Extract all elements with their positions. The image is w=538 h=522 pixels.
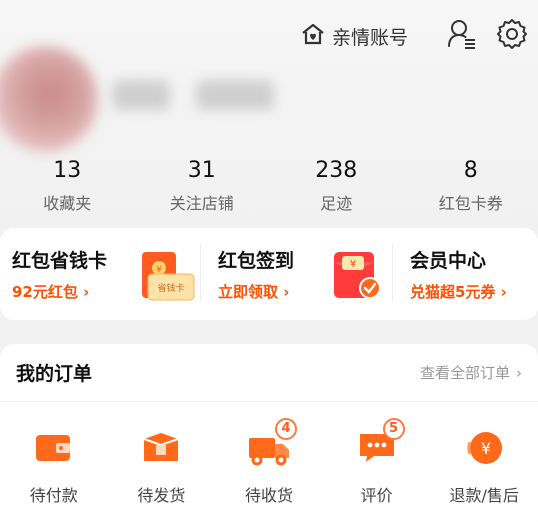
red-envelope-icon: ¥ <box>330 248 384 308</box>
order-review[interactable]: 5 评价 <box>323 418 431 506</box>
order-status-row: 待付款 待发货 4 待收货 5 评价 ¥ 退款/售后 <box>0 418 538 506</box>
promo-text: 红包签到 立即领取 › <box>218 246 294 302</box>
promo-member-center[interactable]: 会员中心 兑猫超5元券 › <box>390 228 526 320</box>
divider <box>200 244 201 302</box>
promo-card: 红包省钱卡 92元红包 › ¥ 省钱卡 红包签到 立即领取 › ¥ 会员中心 兑… <box>0 228 538 320</box>
promo-title: 红包签到 <box>218 250 295 272</box>
promo-title: 红包省钱卡 <box>12 250 108 272</box>
promo-text: 会员中心 兑猫超5元券 › <box>410 246 507 302</box>
envelope-symbol: ¥ <box>350 259 356 270</box>
stat-favorites[interactable]: 13 收藏夹 <box>0 158 135 214</box>
wallet-icon <box>32 428 76 468</box>
promo-text: 红包省钱卡 92元红包 › <box>12 246 107 302</box>
comment-icon: 5 <box>355 418 405 468</box>
stat-label: 收藏夹 <box>43 194 92 213</box>
username-blur-block <box>196 80 274 110</box>
stat-value: 31 <box>187 158 216 183</box>
stat-value: 8 <box>463 158 478 183</box>
orders-title: 我的订单 <box>16 363 93 385</box>
family-account-link[interactable]: 亲情账号 <box>300 22 408 50</box>
home-heart-icon <box>300 22 326 50</box>
order-label: 退款/售后 <box>449 486 519 505</box>
stats-row: 13 收藏夹 31 关注店铺 238 足迹 8 红包卡券 <box>0 158 538 214</box>
stat-coupons[interactable]: 8 红包卡券 <box>404 158 538 214</box>
stat-label: 足迹 <box>320 194 353 213</box>
order-refund[interactable]: ¥ 退款/售后 <box>430 428 538 506</box>
account-page: 亲情账号 13 收藏夹 31 关注店铺 238 足迹 8 红包卡券 红包省钱卡 … <box>0 0 538 522</box>
username-blur-block <box>112 80 170 110</box>
stat-label: 关注店铺 <box>169 194 234 213</box>
order-label: 待收货 <box>244 486 293 505</box>
view-all-orders-link[interactable]: 查看全部订单 › <box>420 362 522 383</box>
family-account-label: 亲情账号 <box>331 26 408 49</box>
promo-subtitle: 立即领取 › <box>218 283 290 301</box>
stat-footprints[interactable]: 238 足迹 <box>269 158 404 214</box>
promo-savings-card[interactable]: 红包省钱卡 92元红包 › ¥ 省钱卡 <box>12 228 204 320</box>
order-label: 待付款 <box>29 486 78 505</box>
user-list-icon <box>447 18 477 54</box>
top-actions: 亲情账号 <box>300 16 532 56</box>
notification-badge: 5 <box>382 418 405 440</box>
promo-subtitle: 兑猫超5元券 › <box>410 283 507 301</box>
order-label: 待发货 <box>137 486 186 505</box>
orders-card: 我的订单 查看全部订单 › 待付款 待发货 4 待收货 5 评价 ¥ 退款/售后 <box>0 344 538 522</box>
promo-title: 会员中心 <box>410 250 487 272</box>
chevron-right-icon: › <box>516 363 522 382</box>
svg-text:¥: ¥ <box>481 439 491 458</box>
promo-checkin[interactable]: 红包签到 立即领取 › ¥ <box>204 228 390 320</box>
settings-button[interactable] <box>492 16 532 56</box>
profile-header: 亲情账号 13 收藏夹 31 关注店铺 238 足迹 8 红包卡券 <box>0 0 538 230</box>
avatar[interactable] <box>0 46 98 152</box>
username-blurred <box>112 80 274 110</box>
stat-value: 13 <box>53 158 82 183</box>
card-text: 省钱卡 <box>157 282 184 294</box>
order-pending-payment[interactable]: 待付款 <box>0 428 108 506</box>
order-label: 评价 <box>360 486 393 505</box>
stat-value: 238 <box>315 158 358 183</box>
savings-card-icon: ¥ 省钱卡 <box>140 248 196 308</box>
stat-label: 红包卡券 <box>438 194 503 213</box>
view-all-label: 查看全部订单 <box>419 364 510 382</box>
order-pending-shipment[interactable]: 待发货 <box>108 428 216 506</box>
stat-followed-shops[interactable]: 31 关注店铺 <box>135 158 270 214</box>
truck-icon: 4 <box>247 418 297 468</box>
notification-badge: 4 <box>274 418 297 440</box>
gear-icon <box>496 18 528 54</box>
order-pending-receipt[interactable]: 4 待收货 <box>215 418 323 506</box>
package-icon <box>139 428 183 468</box>
promo-subtitle: 92元红包 › <box>12 283 90 301</box>
refund-icon: ¥ <box>462 428 506 468</box>
contacts-button[interactable] <box>442 16 482 56</box>
orders-header: 我的订单 查看全部订单 › <box>0 344 538 402</box>
